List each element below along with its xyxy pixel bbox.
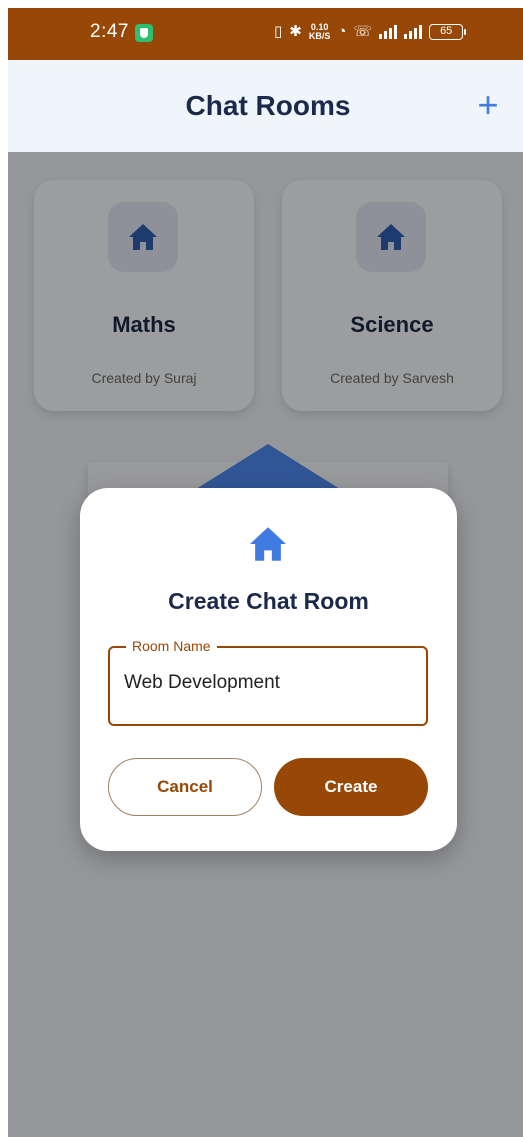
signal-icon (379, 25, 398, 39)
app-bar: Chat Rooms + (8, 60, 523, 152)
signal-icon-2 (404, 25, 423, 39)
status-time: 2:47 (90, 21, 129, 42)
network-speed-unit: KB/S (308, 31, 331, 41)
plus-icon: + (477, 84, 499, 125)
phone-screen: 2:47 ▯ ✱ 0.10 KB/S ◔ ☏ 65 Chat Rooms + M… (8, 8, 523, 1137)
wifi-icon: ◔ (337, 23, 347, 40)
cancel-button[interactable]: Cancel (108, 758, 262, 816)
room-name-label: Room Name (126, 638, 217, 654)
dialog-title: Create Chat Room (168, 588, 369, 614)
status-icons: ▯ ✱ 0.10 KB/S ◔ ☏ 65 (274, 23, 467, 41)
room-name-input[interactable] (124, 672, 414, 694)
bluetooth-icon: ✱ (289, 23, 302, 40)
add-room-button[interactable]: + (472, 86, 504, 126)
home-icon (250, 527, 286, 561)
create-button[interactable]: Create (274, 758, 428, 816)
vibrate-icon: ▯ (274, 23, 283, 40)
battery-icon: 65 (429, 24, 467, 40)
room-name-field[interactable]: Room Name (108, 638, 428, 726)
shield-icon (135, 24, 153, 42)
create-room-dialog: Create Chat Room Room Name Cancel Create (80, 488, 457, 851)
page-title: Chat Rooms (185, 90, 351, 121)
call-icon: ☏ (353, 23, 373, 40)
status-bar: 2:47 ▯ ✱ 0.10 KB/S ◔ ☏ 65 (8, 8, 523, 60)
network-speed: 0.10 KB/S (309, 23, 331, 41)
